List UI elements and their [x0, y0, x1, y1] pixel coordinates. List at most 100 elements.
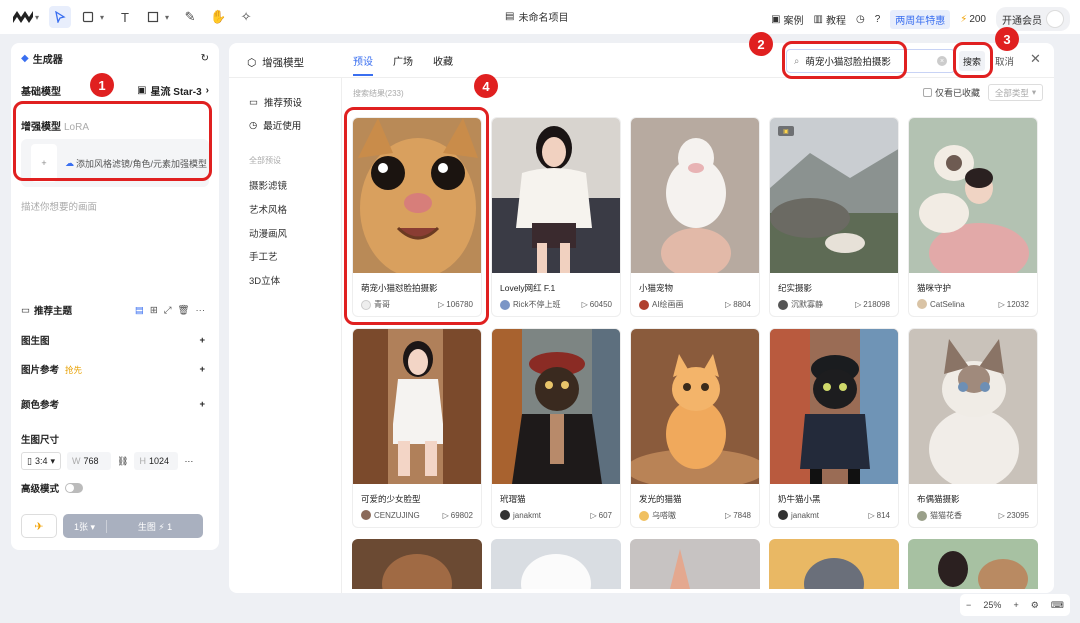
- trash-icon[interactable]: 🗑: [177, 305, 189, 316]
- pen-tool-icon[interactable]: ✎: [179, 6, 201, 28]
- tab-square[interactable]: 广场: [393, 53, 413, 76]
- chevron-down-icon[interactable]: ▾: [35, 13, 39, 22]
- checkbox-icon: [923, 88, 932, 97]
- model-card[interactable]: [352, 539, 482, 589]
- add-img-ref-button[interactable]: +: [199, 364, 205, 375]
- cases-button[interactable]: ▣ 案例: [771, 12, 803, 27]
- rocket-icon[interactable]: ✈: [21, 514, 57, 538]
- width-input[interactable]: W 768: [67, 452, 111, 470]
- zoom-out-button[interactable]: −: [966, 600, 971, 610]
- text-tool-icon[interactable]: T: [114, 6, 136, 28]
- all-presets-label: 全部预设: [249, 156, 281, 165]
- model-card[interactable]: 可爱的少女脸型 CENZUJING ▷ 69802: [352, 328, 482, 528]
- logo-menu-icon[interactable]: [12, 6, 34, 28]
- keyboard-icon[interactable]: ⌨: [1051, 600, 1064, 611]
- highlight-box-lora: [13, 101, 212, 181]
- select-tool-icon[interactable]: [49, 6, 72, 28]
- type-select[interactable]: 全部类型 ▾: [988, 84, 1043, 101]
- shape-tool-icon[interactable]: [142, 6, 164, 28]
- play-icon: ▷: [442, 510, 449, 520]
- close-icon[interactable]: ✕: [1030, 51, 1041, 67]
- author-avatar: [639, 510, 649, 521]
- first-badge: 抢先: [65, 365, 83, 375]
- chevron-down-icon: ▾: [50, 455, 55, 466]
- model-card[interactable]: 发光的猫猫 乌嗒嗷 ▷ 7848: [630, 328, 760, 528]
- history-icon[interactable]: ◷: [856, 14, 865, 25]
- chevron-down-icon[interactable]: ▾: [100, 13, 104, 22]
- model-card[interactable]: ▣ 纪实摄影 沉默寡静 ▷ 218098: [769, 117, 899, 317]
- base-model-label: 基础模型: [21, 86, 61, 98]
- model-card[interactable]: [491, 539, 621, 589]
- white-pet-thumbnail: [631, 118, 759, 273]
- help-icon[interactable]: ?: [875, 14, 881, 25]
- promo-button[interactable]: 两周年特惠: [890, 9, 951, 29]
- sidebar-item-3d[interactable]: 3D立体: [249, 273, 280, 287]
- model-card[interactable]: 玳瑁猫 janakmt ▷ 607: [491, 328, 621, 528]
- cube-icon: ⬡: [247, 56, 257, 69]
- expand-icon[interactable]: ⤢: [164, 305, 172, 316]
- card-title: Lovely网红 F.1: [500, 283, 556, 293]
- author-avatar: [778, 299, 788, 310]
- orange-kitten-thumbnail: [631, 329, 759, 484]
- avatar[interactable]: [1046, 10, 1064, 28]
- sidebar-item-photo[interactable]: 摄影滤镜: [249, 178, 287, 192]
- sidebar-item-art[interactable]: 艺术风格: [249, 202, 287, 216]
- clear-icon[interactable]: ×: [937, 56, 947, 66]
- more-icon[interactable]: ···: [196, 305, 206, 316]
- chevron-down-icon[interactable]: ▾: [165, 13, 169, 22]
- tutorial-button[interactable]: ▥ 教程: [814, 12, 846, 27]
- add-color-ref-button[interactable]: +: [199, 399, 205, 410]
- annotation-number: 1: [90, 73, 114, 97]
- frame-tool-icon[interactable]: [77, 6, 99, 28]
- results-count: 搜索结果(233): [353, 89, 404, 98]
- zoom-in-button[interactable]: +: [1013, 600, 1018, 610]
- credits-display[interactable]: ⚡ 200: [960, 14, 986, 25]
- model-card[interactable]: 猫咪守护 CatSelina ▷ 12032: [908, 117, 1038, 317]
- doc-icon[interactable]: ▤: [135, 305, 144, 316]
- card-title: 猫咪守护: [917, 283, 952, 293]
- zoom-level[interactable]: 25%: [983, 600, 1001, 610]
- tab-preset[interactable]: 预设: [353, 53, 373, 76]
- author-avatar: [917, 299, 927, 309]
- lightning-icon: ⚡: [960, 13, 968, 25]
- photo-badge-icon: ▣: [778, 126, 794, 136]
- hd-mode-toggle[interactable]: [65, 483, 84, 493]
- grid-icon[interactable]: ⊞: [150, 305, 158, 316]
- model-card[interactable]: 布偶猫摄影 猫猫花香 ▷ 23095: [908, 328, 1038, 528]
- only-favorites-checkbox[interactable]: 仅看已收藏: [923, 86, 980, 99]
- model-card[interactable]: [630, 539, 760, 589]
- model-card[interactable]: [769, 539, 899, 589]
- sidebar-item-recommended[interactable]: ▭ 推荐预设: [229, 95, 302, 110]
- cancel-button[interactable]: 取消: [995, 54, 1014, 68]
- image-icon: ▣: [771, 13, 781, 25]
- prompt-input[interactable]: 描述你想要的画面: [11, 193, 219, 219]
- more-icon[interactable]: ···: [184, 456, 193, 466]
- model-card[interactable]: 小猫宠物 AI绘画画 ▷ 8804: [630, 117, 760, 317]
- sidebar-item-craft[interactable]: 手工艺: [249, 249, 278, 263]
- generate-button[interactable]: 1张 ▾ 生图 ⚡ 1: [63, 514, 203, 538]
- card-title: 可爱的少女脸型: [361, 494, 421, 504]
- add-img2img-button[interactable]: +: [199, 335, 205, 346]
- count-select[interactable]: 1张 ▾: [63, 519, 107, 533]
- author-avatar: [500, 299, 510, 310]
- generate-label: 生图 ⚡ 1: [137, 521, 173, 532]
- settings-icon[interactable]: ⚙: [1031, 600, 1039, 611]
- highlight-box-card: [344, 107, 489, 325]
- size-label: 生图尺寸: [21, 435, 60, 446]
- tab-favorites[interactable]: 收藏: [433, 53, 453, 76]
- ratio-select[interactable]: ▯ 3:4 ▾: [21, 452, 61, 470]
- model-card[interactable]: [908, 539, 1038, 589]
- model-card[interactable]: Lovely网红 F.1 Rick不停上班 ▷ 60450: [491, 117, 621, 317]
- model-card[interactable]: 奶牛猫小黑 janakmt ▷ 814: [769, 328, 899, 528]
- author-avatar: [361, 510, 371, 520]
- refresh-icon[interactable]: ↻: [201, 53, 209, 64]
- magic-tool-icon[interactable]: ✧: [235, 6, 257, 28]
- annotation-number: 4: [474, 74, 498, 98]
- sidebar-item-recent[interactable]: ◷ 最近使用: [229, 118, 301, 133]
- base-model-selector[interactable]: ▣ 星流 Star-3 ›: [137, 83, 209, 98]
- sidebar-item-anime[interactable]: 动漫画风: [249, 226, 287, 240]
- hand-tool-icon[interactable]: ✋: [207, 6, 229, 28]
- height-input[interactable]: H 1024: [134, 452, 179, 470]
- document-title[interactable]: ▤ 未命名项目: [505, 9, 568, 24]
- link-icon[interactable]: ⛓: [117, 456, 128, 467]
